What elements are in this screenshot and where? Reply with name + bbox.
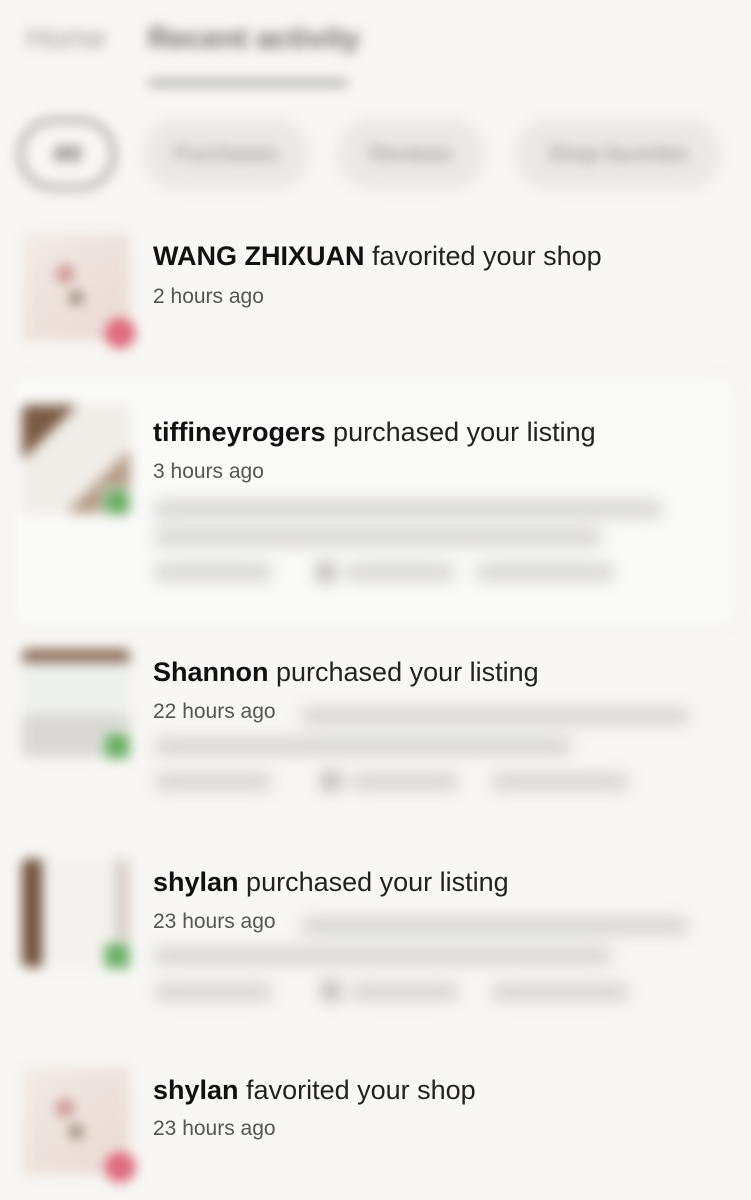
activity-headline: WANG ZHIXUAN favorited your shop	[153, 241, 602, 272]
active-tab-indicator	[148, 80, 348, 86]
listing-thumbnail: ✓	[22, 649, 132, 761]
activity-headline: shylan purchased your listing	[153, 867, 509, 898]
activity-headline: shylan favorited your shop	[153, 1075, 476, 1106]
activity-headline: tiffineyrogers purchased your listing	[153, 417, 596, 448]
filter-bar: All Purchases Reviews Shop favorites	[0, 118, 751, 190]
tab-home[interactable]: Home	[26, 22, 106, 56]
filter-purchases[interactable]: Purchases	[142, 118, 310, 190]
activity-time: 23 hours ago	[153, 1117, 276, 1140]
user-name[interactable]: tiffineyrogers	[153, 417, 326, 447]
heart-icon: ♥	[102, 315, 138, 351]
activity-time: 2 hours ago	[153, 285, 264, 308]
user-name[interactable]: WANG ZHIXUAN	[153, 241, 365, 271]
tab-recent-activity[interactable]: Recent activity	[148, 22, 360, 56]
listing-thumbnail: ✓	[22, 859, 132, 971]
activity-time: 3 hours ago	[153, 460, 264, 483]
activity-headline: Shannon purchased your listing	[153, 657, 539, 688]
activity-item[interactable]: ♥ WANG ZHIXUAN favorited your shop 2 hou…	[0, 233, 751, 353]
activity-time: 22 hours ago	[153, 700, 276, 723]
check-icon: ✓	[102, 487, 132, 517]
user-name[interactable]: Shannon	[153, 657, 269, 687]
activity-action: purchased your listing	[325, 417, 596, 447]
tab-bar: Home Recent activity	[0, 0, 751, 95]
listing-thumbnail: ♥	[22, 1067, 138, 1185]
check-icon: ✓	[102, 731, 132, 761]
activity-time: 23 hours ago	[153, 910, 276, 933]
activity-item[interactable]: ♥ shylan favorited your shop 23 hours ag…	[0, 1065, 751, 1190]
listing-thumbnail: ♥	[22, 233, 138, 351]
check-icon: ✓	[102, 941, 132, 971]
filter-shop-favorites[interactable]: Shop favorites	[514, 118, 722, 190]
listing-thumbnail: ✓	[22, 405, 132, 517]
heart-icon: ♥	[102, 1149, 138, 1185]
activity-action: purchased your listing	[268, 657, 539, 687]
activity-item[interactable]: ✓ Shannon purchased your listing 22 hour…	[0, 645, 751, 805]
filter-reviews[interactable]: Reviews	[336, 118, 486, 190]
activity-action: favorited your shop	[364, 241, 602, 271]
user-name[interactable]: shylan	[153, 867, 239, 897]
activity-item[interactable]: ✓ shylan purchased your listing 23 hours…	[0, 855, 751, 1015]
filter-all[interactable]: All	[18, 118, 116, 190]
activity-action: purchased your listing	[238, 867, 509, 897]
activity-item[interactable]: ✓ tiffineyrogers purchased your listing …	[0, 405, 751, 605]
activity-action: favorited your shop	[238, 1075, 476, 1105]
user-name[interactable]: shylan	[153, 1075, 239, 1105]
